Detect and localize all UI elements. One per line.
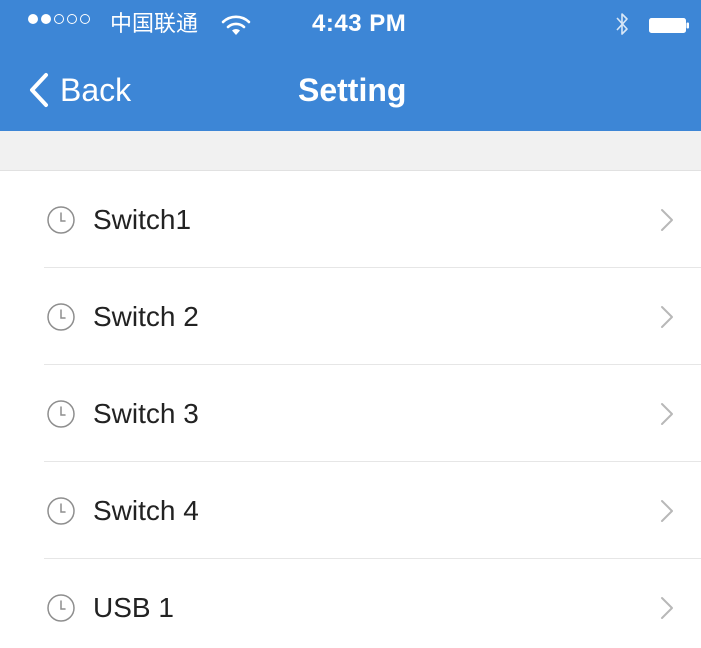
list-item-switch4[interactable]: Switch 4 <box>0 462 701 559</box>
battery-icon <box>649 18 689 33</box>
signal-dot-full <box>28 14 38 24</box>
bluetooth-icon <box>616 13 628 35</box>
signal-dot-empty <box>54 14 64 24</box>
clock-icon <box>47 400 75 428</box>
clock-icon <box>47 594 75 622</box>
list-item-label: Switch 4 <box>93 495 199 526</box>
back-button[interactable]: Back <box>28 68 131 112</box>
list-item-switch3[interactable]: Switch 3 <box>0 365 701 462</box>
back-label: Back <box>60 72 132 108</box>
chevron-left-icon <box>30 73 48 107</box>
list-item-switch1[interactable]: Switch1 <box>0 171 701 268</box>
status-time: 4:43 PM <box>312 10 407 37</box>
signal-strength-icon <box>28 14 90 24</box>
signal-dot-empty <box>67 14 77 24</box>
chevron-right-icon <box>661 597 673 619</box>
carrier-name: 中国联通 <box>110 11 199 36</box>
signal-dot-full <box>41 14 51 24</box>
list-item-usb1[interactable]: USB 1 <box>0 559 701 648</box>
clock-icon <box>47 303 75 331</box>
wifi-icon <box>221 15 251 35</box>
chevron-right-icon <box>661 306 673 328</box>
setting-screen: 中国联通 4:43 PM Back Setting Switch1 Switch… <box>0 0 701 648</box>
list-item-label: Switch 2 <box>93 301 199 332</box>
list-item-label: Switch 3 <box>93 398 199 429</box>
section-spacer <box>0 131 701 171</box>
clock-icon <box>47 497 75 525</box>
list-item-label: USB 1 <box>93 592 174 623</box>
settings-list: Switch1 Switch 2 Switch 3 Switch 4 USB 1 <box>0 171 701 648</box>
signal-dot-empty <box>80 14 90 24</box>
chevron-right-icon <box>661 209 673 231</box>
header: 中国联通 4:43 PM Back Setting <box>0 0 701 131</box>
chevron-right-icon <box>661 500 673 522</box>
clock-icon <box>47 206 75 234</box>
chevron-right-icon <box>661 403 673 425</box>
list-item-label: Switch1 <box>93 204 192 235</box>
status-bar: 中国联通 4:43 PM <box>0 0 701 50</box>
list-item-switch2[interactable]: Switch 2 <box>0 268 701 365</box>
page-title: Setting <box>298 72 407 108</box>
